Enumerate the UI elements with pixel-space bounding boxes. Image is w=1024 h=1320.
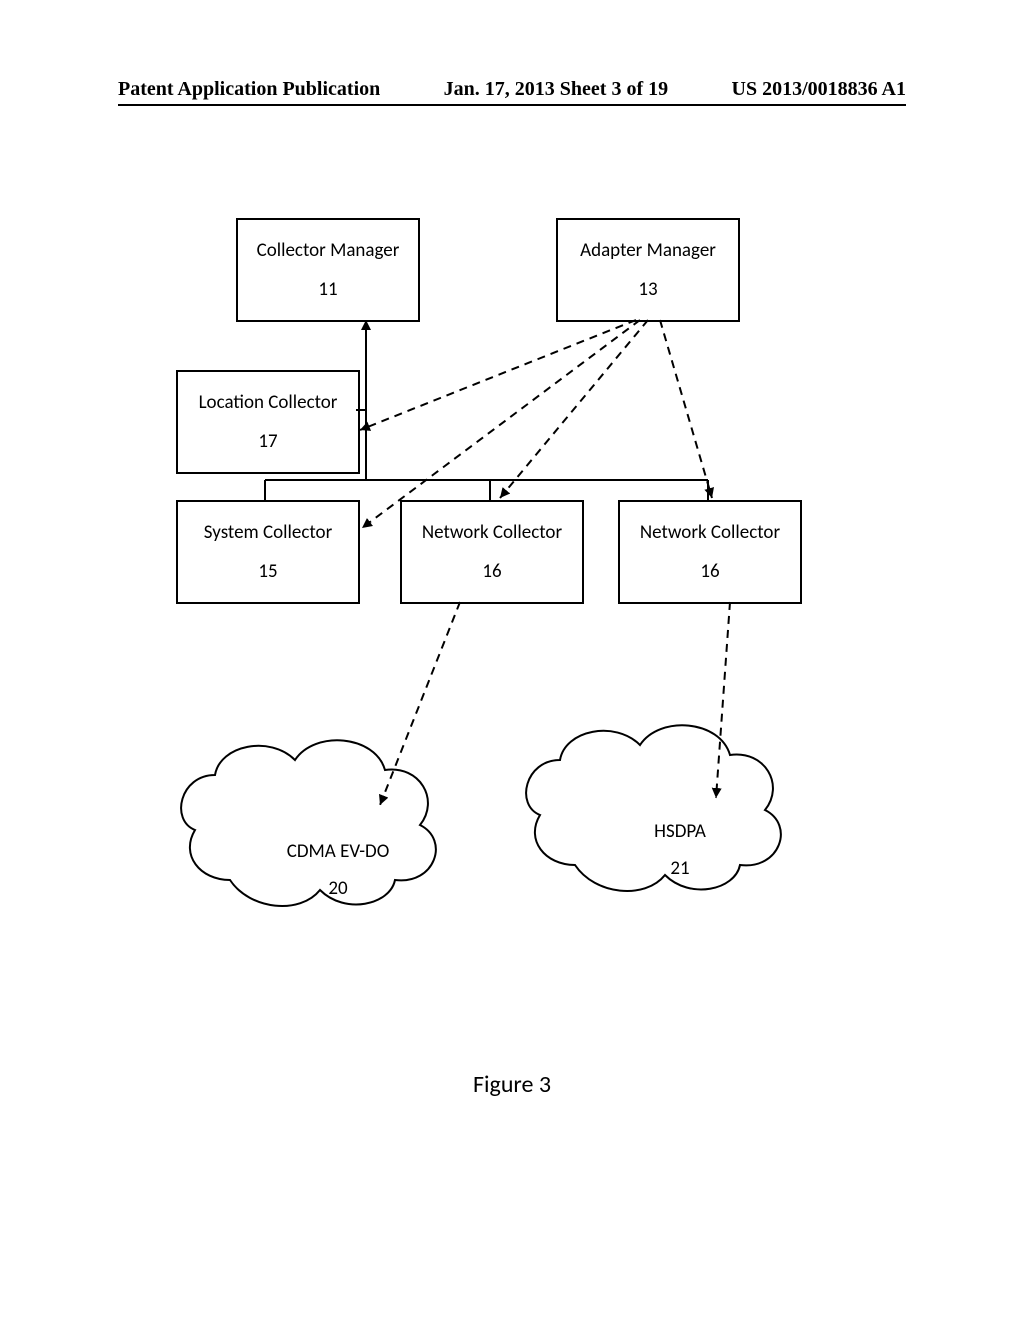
connectors-svg [0, 0, 1024, 1320]
figure-caption: Figure 3 [0, 1070, 1024, 1099]
cloud-cdma-shape [181, 740, 436, 906]
dash-adapter-to-location [360, 320, 636, 430]
dash-netB-to-hsdpa [716, 602, 730, 798]
dash-netA-to-cdma [380, 602, 460, 805]
page: Patent Application Publication Jan. 17, … [0, 0, 1024, 1320]
cloud-hsdpa-shape [526, 725, 781, 891]
dash-adapter-to-netB [660, 320, 712, 498]
diagram: Collector Manager 11 Adapter Manager 13 … [0, 0, 1024, 1320]
